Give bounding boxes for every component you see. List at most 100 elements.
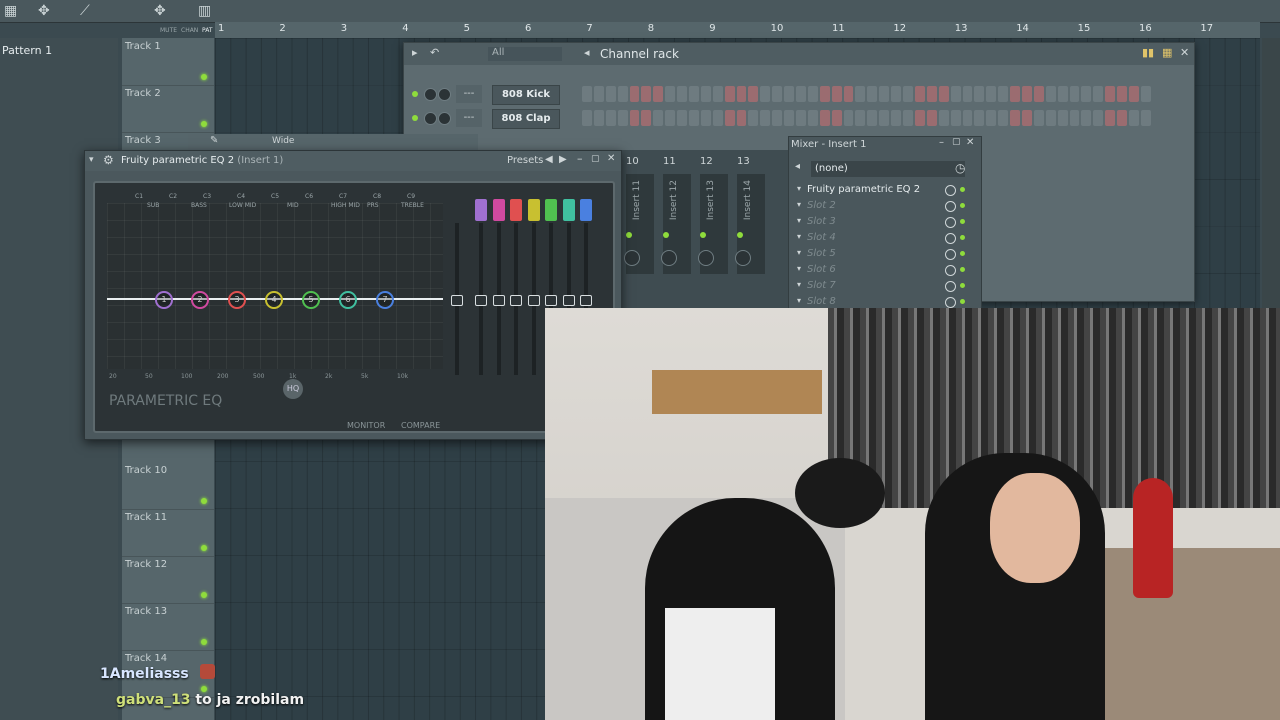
step-button[interactable]	[772, 110, 783, 126]
strip-pan-knob[interactable]	[735, 250, 751, 266]
maximize-icon[interactable]: ▢	[591, 154, 600, 164]
track-led[interactable]	[201, 639, 207, 645]
step-button[interactable]	[1105, 110, 1116, 126]
step-button[interactable]	[807, 110, 818, 126]
step-button[interactable]	[1117, 110, 1127, 126]
strip-pan-knob[interactable]	[698, 250, 714, 266]
track-header[interactable]: Track 2	[122, 85, 214, 133]
step-button[interactable]	[1021, 86, 1032, 102]
track-led[interactable]	[201, 121, 207, 127]
step-button[interactable]	[796, 86, 806, 102]
pattern-selector[interactable]: Pattern 1	[2, 44, 52, 57]
eq-fader-handle[interactable]	[545, 295, 557, 306]
step-button[interactable]	[1117, 86, 1127, 102]
next-preset-icon[interactable]: ▶	[559, 154, 567, 165]
step-button[interactable]	[843, 86, 854, 102]
slot-mix-knob[interactable]	[945, 249, 956, 260]
step-button[interactable]	[605, 110, 616, 126]
grid-view-icon[interactable]: ▦	[1162, 46, 1172, 59]
slot-led[interactable]	[960, 219, 965, 224]
eq-band-handle[interactable]: 5	[302, 291, 320, 309]
step-button[interactable]	[629, 86, 640, 102]
step-button[interactable]	[867, 86, 878, 102]
step-button[interactable]	[689, 110, 699, 126]
step-button[interactable]	[1140, 86, 1151, 102]
step-button[interactable]	[1045, 86, 1056, 102]
step-button[interactable]	[1081, 110, 1092, 126]
hq-button[interactable]: HQ	[283, 379, 303, 399]
step-button[interactable]	[1033, 110, 1044, 126]
slot-led[interactable]	[960, 187, 965, 192]
step-button[interactable]	[593, 86, 604, 102]
move-icon[interactable]: ✥	[154, 3, 166, 19]
eq-fader-handle[interactable]	[475, 295, 487, 306]
brush-icon[interactable]: ✎	[210, 135, 218, 146]
monitor-button[interactable]: MONITOR	[347, 421, 385, 430]
step-button[interactable]	[641, 110, 652, 126]
step-button[interactable]	[653, 86, 664, 102]
channel-button-808-clap[interactable]: 808 Clap	[492, 109, 560, 129]
step-button[interactable]	[819, 86, 830, 102]
eq-band-color-swatch[interactable]	[475, 199, 487, 221]
step-button[interactable]	[819, 110, 830, 126]
step-button[interactable]	[903, 110, 913, 126]
maximize-icon[interactable]: ▢	[952, 137, 961, 147]
step-button[interactable]	[1069, 86, 1080, 102]
slot-mix-knob[interactable]	[945, 265, 956, 276]
step-button[interactable]	[1069, 110, 1080, 126]
eq-band-handle[interactable]: 4	[265, 291, 283, 309]
step-button[interactable]	[593, 110, 604, 126]
volume-knob[interactable]	[438, 112, 451, 125]
slot-led[interactable]	[960, 299, 965, 304]
minimize-icon[interactable]: –	[577, 152, 583, 165]
eq-fader-handle[interactable]	[580, 295, 592, 306]
strip-led[interactable]	[663, 232, 669, 238]
presets-menu[interactable]: Presets	[507, 155, 543, 166]
eq-band-color-swatch[interactable]	[492, 199, 505, 221]
track-led[interactable]	[201, 74, 207, 80]
eq-band-handle[interactable]: 6	[339, 291, 357, 309]
step-button[interactable]	[1057, 86, 1068, 102]
step-button[interactable]	[914, 86, 925, 102]
slot-mix-knob[interactable]	[945, 281, 956, 292]
piano-roll-icon[interactable]: ▦	[4, 3, 17, 19]
menu-arrow-icon[interactable]: ▸	[412, 46, 418, 59]
mixer-slot[interactable]: ▾ Fruity parametric EQ 2	[797, 183, 973, 198]
step-button[interactable]	[784, 110, 795, 126]
eq-master-fader-handle[interactable]	[451, 295, 463, 306]
step-button[interactable]	[617, 110, 628, 126]
step-button[interactable]	[1093, 86, 1104, 102]
strip-led[interactable]	[737, 232, 743, 238]
step-button[interactable]	[926, 110, 937, 126]
eq-titlebar[interactable]: ▾ ⚙ Fruity parametric EQ 2 (Insert 1) Pr…	[85, 151, 621, 171]
step-button[interactable]	[1021, 110, 1032, 126]
strip-led[interactable]	[700, 232, 706, 238]
step-button[interactable]	[891, 110, 902, 126]
step-button[interactable]	[689, 86, 699, 102]
playlist-timeline[interactable]: 1 2 3 4 5 6 7 8 9 10 11 12 13 14 15 16 17	[215, 22, 1260, 39]
channel-led[interactable]	[412, 91, 418, 97]
step-button[interactable]	[582, 86, 592, 102]
step-button[interactable]	[665, 110, 676, 126]
step-button[interactable]	[629, 110, 640, 126]
eq-fader-handle[interactable]	[562, 295, 575, 306]
step-button[interactable]	[736, 86, 747, 102]
step-button[interactable]	[582, 110, 592, 126]
channel-led[interactable]	[412, 115, 418, 121]
track-led[interactable]	[201, 545, 207, 551]
step-button[interactable]	[617, 86, 628, 102]
mixer-slot[interactable]: ▾ Slot 6	[797, 263, 973, 278]
track-header[interactable]: Track 1	[122, 38, 214, 86]
step-button[interactable]	[914, 110, 925, 126]
routing-icon[interactable]: ◂	[795, 161, 800, 172]
step-button[interactable]	[760, 86, 771, 102]
channel-filter-select[interactable]: All	[488, 47, 562, 61]
pan-knob[interactable]	[424, 112, 437, 125]
mixer-track-selector[interactable]: ---	[456, 85, 482, 103]
step-button[interactable]	[962, 86, 973, 102]
close-icon[interactable]: ✕	[607, 153, 615, 164]
step-button[interactable]	[1081, 86, 1092, 102]
step-button[interactable]	[677, 86, 688, 102]
piano-icon[interactable]: ▥	[198, 3, 211, 19]
step-button[interactable]	[879, 110, 890, 126]
